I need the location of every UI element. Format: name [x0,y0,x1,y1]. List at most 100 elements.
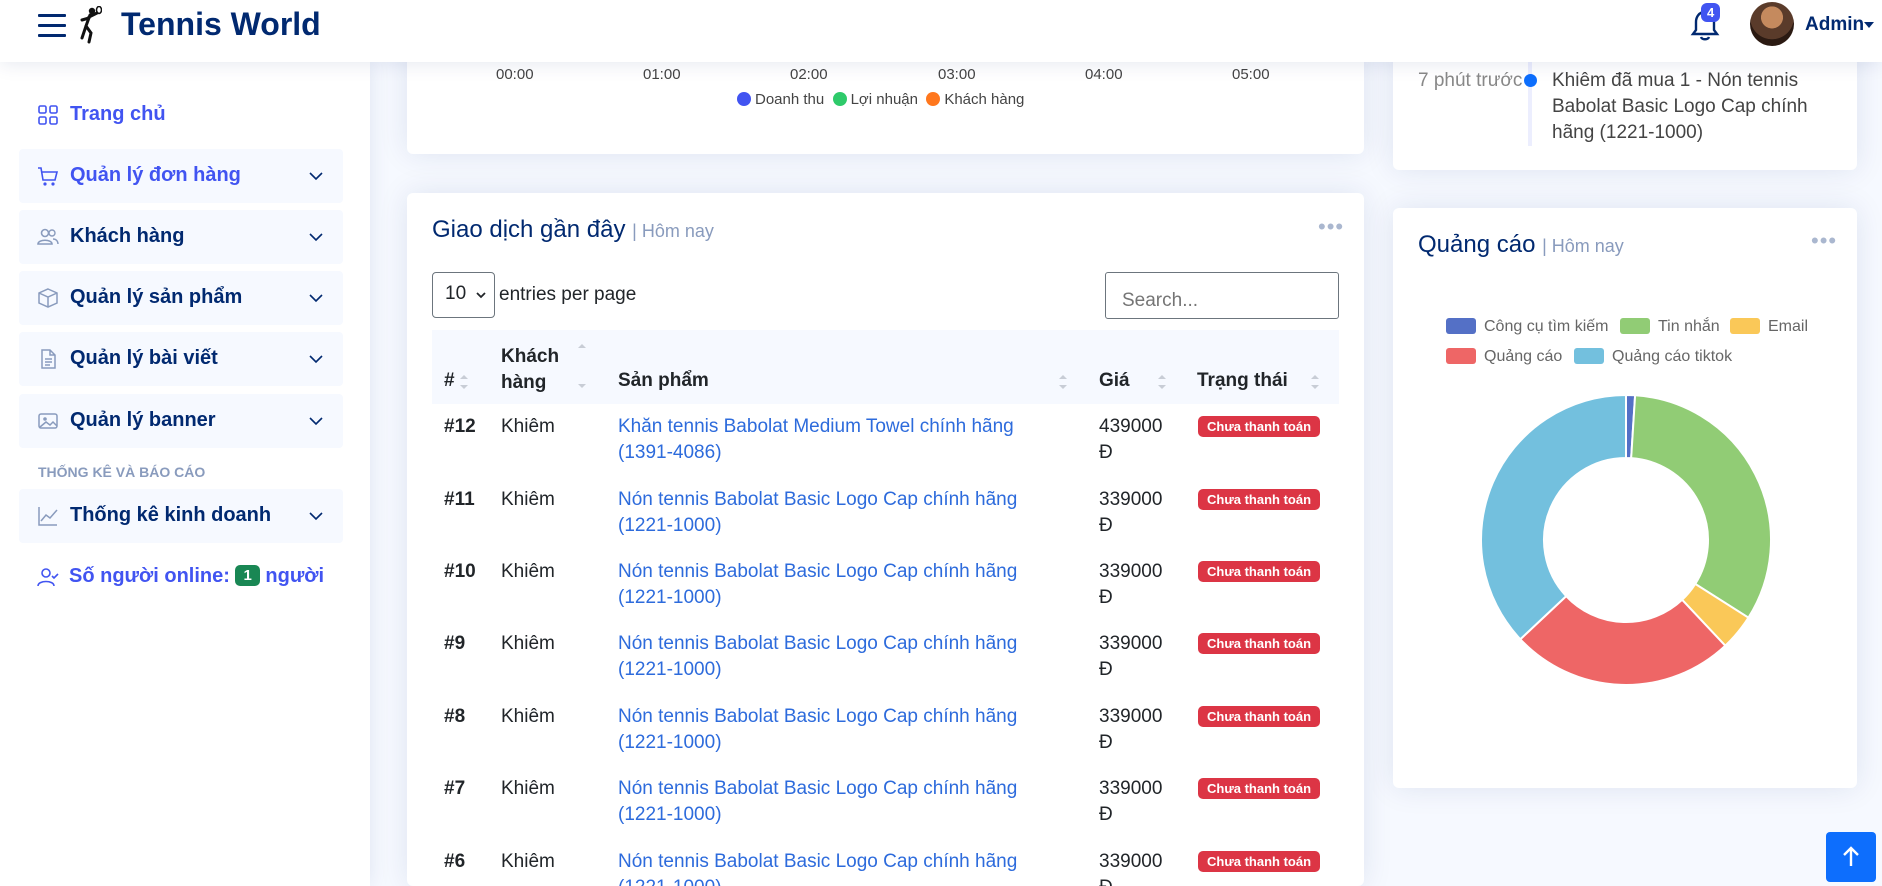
chevron-down-icon [309,294,323,303]
sidebar-item-banners[interactable]: Quản lý banner [19,394,343,448]
avatar[interactable] [1750,2,1794,46]
report-legend: Doanh thu Lợi nhuận Khách hàng [737,91,1024,108]
row-price: 339000 Đ [1099,706,1163,753]
legend-label: Email [1768,318,1809,335]
row-customer: Khiêm [501,706,555,727]
legend-item[interactable]: Email [1730,318,1808,336]
tennis-player-logo-icon [80,6,102,44]
top-header: Tennis World 4 Admin [0,0,1882,62]
scroll-to-top-button[interactable] [1826,832,1876,882]
row-product-link[interactable]: Nón tennis Babolat Basic Logo Cap chính … [618,776,1058,828]
row-id[interactable]: #11 [444,487,475,513]
arrow-up-icon [1843,846,1859,866]
card-title-text: Quảng cáo [1418,231,1536,258]
sidebar-item-label: Khách hàng [70,225,185,247]
legend-swatch [1620,318,1650,334]
sort-icon[interactable] [1309,371,1321,393]
online-users: Số người online: 1 người [37,565,324,588]
row-product-link[interactable]: Nón tennis Babolat Basic Logo Cap chính … [618,487,1058,539]
brand-name[interactable]: Tennis World [121,6,321,43]
column-header-customer[interactable]: Khách hàng [501,344,571,396]
sidebar-item-home[interactable]: Trang chủ [19,88,343,142]
sidebar-item-label: Quản lý bài viết [70,347,218,369]
table-row: #10 Khiêm Nón tennis Babolat Basic Logo … [432,549,1339,621]
legend-swatch [926,92,941,106]
donut-slice-2[interactable] [1630,394,1772,620]
sidebar-section-heading: THỐNG KÊ VÀ BÁO CÁO [38,464,206,480]
legend-item[interactable]: Công cụ tìm kiếm [1446,318,1608,336]
row-id[interactable]: #9 [444,631,465,657]
sidebar-item-products[interactable]: Quản lý sản phẩm [19,271,343,325]
more-options-icon[interactable]: ••• [1318,216,1344,238]
row-product-link[interactable]: Nón tennis Babolat Basic Logo Cap chính … [618,559,1058,611]
row-customer: Khiêm [501,561,555,582]
legend-label: Doanh thu [755,91,825,108]
row-id[interactable]: #12 [444,414,476,440]
online-prefix: Số người online: [69,565,230,587]
legend-item[interactable]: Quảng cáo tiktok [1574,348,1732,366]
row-product-link[interactable]: Nón tennis Babolat Basic Logo Cap chính … [618,704,1058,756]
row-id[interactable]: #8 [444,704,465,730]
column-header-price[interactable]: Giá [1099,370,1130,392]
transactions-title: Giao dịch gần đây | Hôm nay [432,216,714,244]
row-id[interactable]: #6 [444,849,465,875]
row-price: 339000 Đ [1099,633,1163,680]
sort-asc-icon[interactable] [576,340,588,362]
more-options-icon[interactable]: ••• [1811,230,1837,252]
legend-item-profit[interactable]: Lợi nhuận [832,91,918,108]
sort-icon[interactable] [458,371,470,393]
entries-per-page-select[interactable]: 10 [432,272,495,318]
sort-icon[interactable] [1156,371,1168,393]
caret-down-icon[interactable] [1864,22,1874,28]
x-tick-label: 04:00 [1085,66,1123,83]
row-id[interactable]: #7 [444,776,465,802]
cart-icon [38,167,59,186]
sort-desc-icon[interactable] [576,378,588,400]
column-header-id[interactable]: # [444,370,455,392]
legend-swatch [1730,318,1760,334]
donut-slice-5[interactable] [1480,393,1627,641]
row-product-link[interactable]: Nón tennis Babolat Basic Logo Cap chính … [618,631,1058,683]
chevron-down-icon [476,292,486,299]
x-tick-label: 02:00 [790,66,828,83]
table-row: #6 Khiêm Nón tennis Babolat Basic Logo C… [432,839,1339,886]
row-id[interactable]: #10 [444,559,476,585]
table-row: #9 Khiêm Nón tennis Babolat Basic Logo C… [432,621,1339,693]
table-row: #12 Khiêm Khăn tennis Babolat Medium Tow… [432,404,1339,476]
sidebar-item-label: Trang chủ [70,103,166,125]
box-icon [38,288,58,308]
sidebar-item-orders[interactable]: Quản lý đơn hàng [19,149,343,203]
chevron-down-icon [309,417,323,426]
legend-label: Công cụ tìm kiếm [1484,318,1609,335]
user-menu-label[interactable]: Admin [1805,14,1864,36]
row-product-link[interactable]: Nón tennis Babolat Basic Logo Cap chính … [618,849,1058,886]
row-customer: Khiêm [501,778,555,799]
activity-time: 7 phút trước [1418,70,1523,91]
status-badge: Chưa thanh toán [1198,851,1321,872]
search-input[interactable] [1105,272,1339,319]
sidebar-item-posts[interactable]: Quản lý bài viết [19,332,343,386]
legend-item[interactable]: Quảng cáo [1446,348,1562,366]
row-customer: Khiêm [501,633,555,654]
x-tick-label: 01:00 [643,66,681,83]
sidebar-item-label: Quản lý banner [70,409,216,431]
sidebar-item-business-stats[interactable]: Thống kê kinh doanh [19,489,343,543]
table-row: #7 Khiêm Nón tennis Babolat Basic Logo C… [432,766,1339,838]
sidebar-item-customers[interactable]: Khách hàng [19,210,343,264]
activity-text: Khiêm đã mua 1 - Nón tennis Babolat Basi… [1552,70,1808,143]
sidebar-item-label: Quản lý sản phẩm [70,286,243,308]
column-header-status[interactable]: Trạng thái [1197,370,1288,392]
row-customer: Khiêm [501,416,555,437]
x-tick-label: 00:00 [496,66,534,83]
legend-label: Khách hàng [944,91,1025,108]
status-badge: Chưa thanh toán [1198,633,1321,654]
legend-item[interactable]: Tin nhắn [1620,318,1720,336]
menu-toggle-icon[interactable] [38,14,66,38]
row-product-link[interactable]: Khăn tennis Babolat Medium Towel chính h… [618,414,1058,466]
sort-icon[interactable] [1057,371,1069,393]
legend-item-revenue[interactable]: Doanh thu [737,91,824,108]
legend-item-customers[interactable]: Khách hàng [926,91,1024,108]
status-badge: Chưa thanh toán [1198,489,1321,510]
card-subtitle: | Hôm nay [1542,236,1624,256]
column-header-product[interactable]: Sản phẩm [618,370,709,392]
